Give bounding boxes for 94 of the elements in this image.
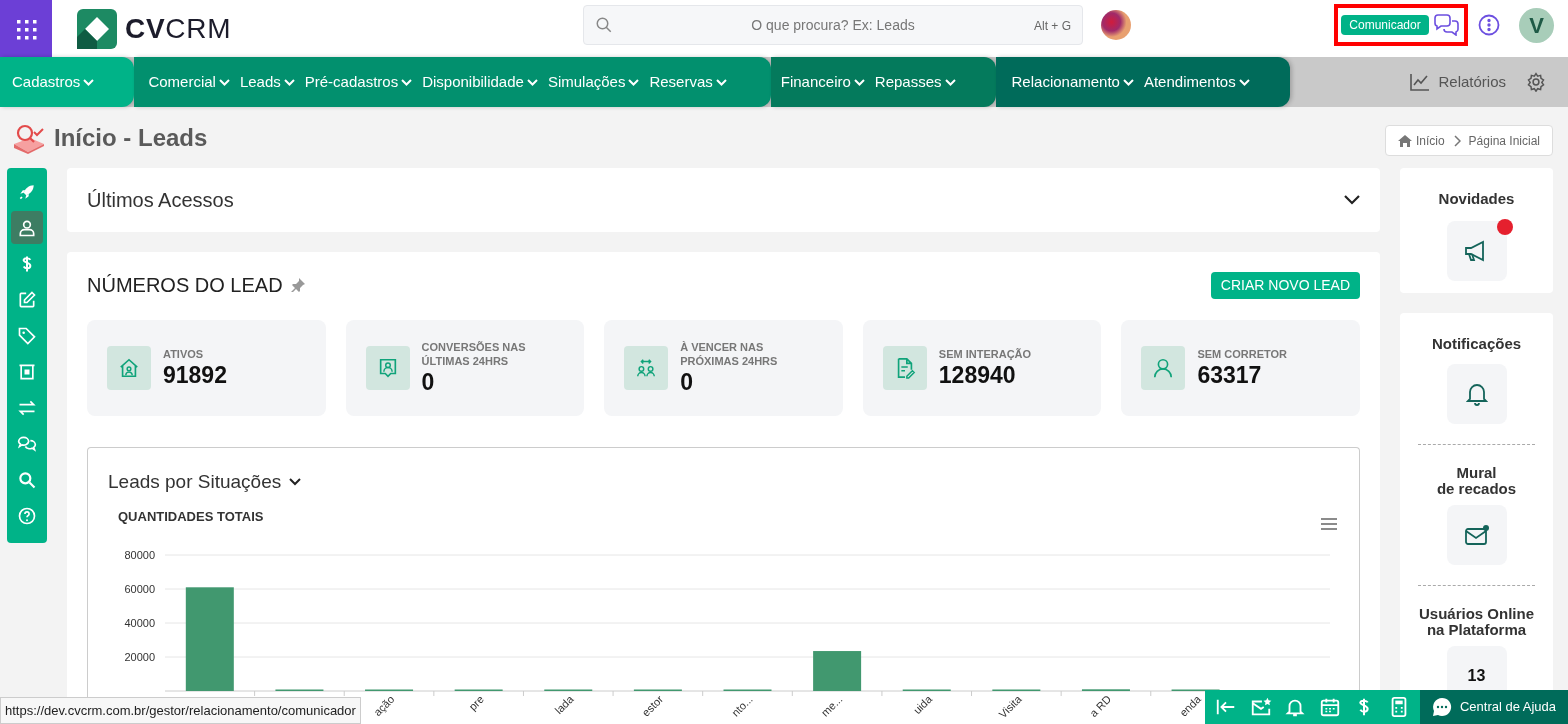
card-title: Novidades (1438, 189, 1515, 209)
logo-icon (77, 8, 117, 49)
menu-item[interactable]: Relacionamento (1011, 70, 1134, 94)
menu-item[interactable]: Reservas (649, 70, 727, 94)
stat-label: SEM CORRETOR (1197, 347, 1289, 361)
search-icon (595, 16, 613, 34)
search-icon (17, 469, 37, 490)
message-board-button[interactable] (1446, 504, 1507, 565)
menu-item[interactable]: Simulações (547, 70, 640, 94)
reports-link[interactable]: Relatórios (1410, 70, 1506, 94)
chat-icon[interactable] (1432, 14, 1461, 36)
status-url: https://dev.cvcrm.com.br/gestor/relacionamento/comunicador (0, 697, 361, 724)
chevron-down-icon (526, 78, 538, 86)
stat-label: CONVERSÕES NAS ÚLTIMAS 24HRS (421, 340, 527, 368)
sidebar-item[interactable] (11, 211, 43, 244)
menu-icon[interactable] (1321, 518, 1337, 530)
card-title: Usuários Online na Plataforma (1418, 605, 1535, 638)
chat-bubble-icon (1431, 697, 1452, 717)
settings-icon[interactable] (1526, 72, 1546, 92)
card-title: Notificações (1431, 334, 1522, 354)
stat-label: ATIVOS (163, 347, 205, 361)
card-title: NÚMEROS DO LEAD (87, 273, 283, 298)
chevron-down-icon (1122, 78, 1134, 86)
help-center-button[interactable]: Central de Ajuda (1420, 690, 1568, 724)
bar (813, 651, 862, 691)
chevron-down-icon (1238, 78, 1250, 86)
create-lead-button[interactable]: CRIAR NOVO LEAD (1210, 271, 1360, 299)
card-title: Últimos Acessos (87, 188, 234, 213)
chevron-down-icon[interactable] (1344, 195, 1360, 205)
document-edit-icon (882, 346, 927, 390)
chevron-right-icon (1452, 134, 1461, 147)
edit-icon (17, 289, 37, 310)
axis-label: pre (466, 692, 487, 713)
mail-icon (1463, 523, 1490, 546)
chart-panel-title: Leads por Situações (108, 470, 282, 494)
stat-value: 0 (680, 368, 694, 396)
axis-label: 60000 (124, 583, 155, 595)
user-icon (1141, 346, 1186, 390)
shortcut-hint: Alt + G (1034, 18, 1071, 35)
axis-label: 20000 (124, 651, 155, 663)
notifications-button[interactable] (1446, 363, 1507, 424)
chart-title: QUANTIDADES TOTAIS (118, 509, 264, 524)
axis-label: a RD (1087, 692, 1114, 720)
chevron-down-icon[interactable] (289, 478, 302, 487)
more-icon[interactable] (1478, 14, 1500, 36)
people-exchange-icon (624, 346, 669, 390)
chevron-down-icon (715, 78, 727, 86)
menu-item[interactable]: Cadastros (12, 70, 95, 94)
chevron-down-icon (944, 78, 956, 86)
axis-label: 40000 (124, 617, 155, 629)
stat-value: 91892 (163, 361, 228, 389)
orb-icon (1100, 9, 1132, 41)
chevron-down-icon (628, 78, 640, 86)
menu-item[interactable]: Repasses (874, 70, 956, 94)
axis-label: uida (910, 692, 935, 717)
stat-label: SEM INTERAÇÃO (938, 347, 1033, 361)
mail-star-icon[interactable] (1249, 696, 1272, 718)
breadcrumb-link[interactable]: Início (1415, 131, 1445, 150)
news-button[interactable] (1446, 220, 1507, 281)
menu-item[interactable]: Disponibilidade (422, 70, 538, 94)
line-chart-icon (1410, 73, 1431, 91)
menu-item[interactable]: Pré-cadastros (304, 70, 413, 94)
menu-item[interactable]: Atendimentos (1143, 70, 1250, 94)
axis-label: lada (552, 692, 576, 717)
tag-icon (17, 325, 37, 346)
menu-item[interactable]: Comercial (148, 70, 230, 94)
stat-value: 63317 (1197, 361, 1263, 389)
calendar-icon[interactable] (1318, 696, 1341, 718)
menu-item[interactable]: Financeiro (780, 70, 865, 94)
bell-icon (1465, 381, 1488, 406)
chevron-down-icon (218, 78, 230, 86)
card-title: Mural de recados (1436, 464, 1517, 497)
menu-item[interactable]: Leads (239, 70, 295, 94)
stat-value: 0 (421, 368, 436, 396)
apps-button[interactable] (0, 0, 52, 57)
chevron-down-icon (401, 78, 413, 86)
communicator-button[interactable]: Comunicador (1341, 15, 1429, 35)
user-avatar[interactable]: V (1519, 8, 1554, 43)
axis-label: 80000 (124, 549, 155, 561)
user-badge-icon (365, 346, 410, 390)
stat-value: 128940 (938, 361, 1017, 389)
breadcrumb-current: Página Inicial (1468, 132, 1540, 150)
house-icon (107, 346, 151, 390)
chevron-down-icon (83, 78, 95, 86)
help-icon (17, 505, 37, 526)
stat-label: À VENCER NAS PRÓXIMAS 24HRS (680, 340, 779, 368)
chevron-down-icon (853, 78, 865, 86)
page-title: Início - Leads (54, 122, 208, 153)
home-icon (1397, 134, 1412, 147)
axis-label: nto... (729, 692, 755, 719)
pin-icon[interactable] (290, 278, 305, 292)
logo-text: CVCRM (125, 11, 232, 46)
chevron-down-icon (283, 78, 295, 86)
axis-label: me... (818, 692, 845, 719)
